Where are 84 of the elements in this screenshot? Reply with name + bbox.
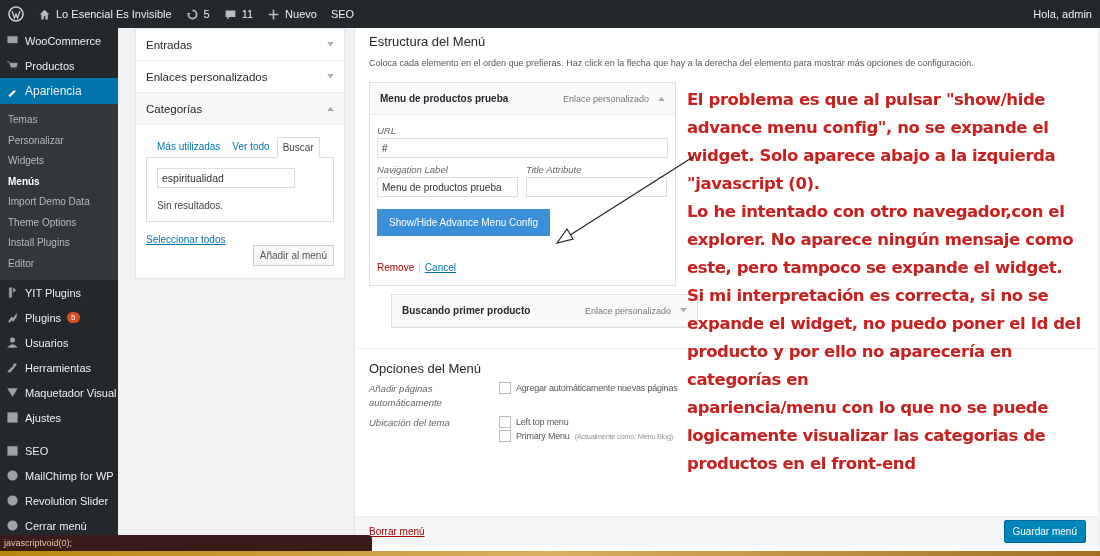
submenu-item[interactable]: Install Plugins	[0, 233, 118, 254]
submenu-item[interactable]: Import Demo Data	[0, 192, 118, 213]
remove-link[interactable]: Remove	[377, 262, 415, 273]
checkbox-label: Primary Menu	[516, 431, 570, 441]
select-all-link[interactable]: Seleccionar todos	[146, 234, 334, 245]
seo-link[interactable]: SEO	[330, 8, 355, 20]
menu-icon	[6, 386, 19, 399]
menu-item-header[interactable]: Menu de productos prueba Enlace personalizado	[370, 83, 675, 115]
field-label: Navigation Label	[377, 164, 449, 175]
accordion-header[interactable]: Entradas	[136, 29, 344, 61]
checkbox[interactable]	[499, 382, 511, 394]
option-label: Ubicación del tema	[369, 416, 451, 430]
checkbox[interactable]	[499, 416, 511, 428]
checkbox[interactable]	[499, 430, 511, 442]
count-badge: 5	[67, 312, 80, 323]
new-link[interactable]: Nuevo	[267, 7, 317, 21]
comments-link[interactable]: 11	[223, 7, 254, 21]
menu-icon	[6, 411, 19, 424]
updates-link[interactable]: 5	[185, 7, 210, 21]
menu-icon	[6, 34, 19, 47]
menu-icon	[6, 519, 19, 532]
sidebar-item[interactable]: Cerrar menú	[0, 513, 118, 538]
section-title: Opciones del Menú	[369, 361, 482, 376]
menu-icon	[6, 494, 19, 507]
sidebar-item[interactable]: Revolution Slider	[0, 488, 118, 513]
submenu-item[interactable]: Widgets	[0, 151, 118, 172]
section-title: Estructura del Menú	[369, 34, 487, 49]
caret-icon	[327, 74, 334, 79]
sidebar-item[interactable]: Maquetador Visual	[0, 380, 118, 405]
option-label: Añadir páginas automáticamente	[369, 382, 443, 410]
submenu-item[interactable]: Theme Options	[0, 212, 118, 233]
sidebar-item[interactable]: SEO	[0, 438, 118, 463]
menu-icon	[6, 469, 19, 482]
sidebar-item[interactable]: Ajustes	[0, 405, 118, 430]
tab[interactable]: Ver todo	[227, 137, 275, 157]
search-field[interactable]: espiritualidad	[157, 168, 295, 188]
sidebar-item[interactable]: WooCommerce	[0, 28, 118, 53]
caret-icon	[327, 106, 334, 111]
menu-icon	[6, 336, 19, 349]
status-bar: javascriptvoid(0);	[0, 535, 372, 551]
submenu-item[interactable]: Menús	[0, 171, 118, 192]
submenu-item[interactable]: Personalizar	[0, 130, 118, 151]
field-label: URL	[377, 125, 397, 136]
home-link[interactable]: Lo Esencial Es Invisible	[38, 7, 172, 21]
submenu-item[interactable]: Editor	[0, 253, 118, 274]
cancel-link[interactable]: Cancel	[424, 262, 456, 273]
plus-icon	[267, 7, 281, 21]
caret-icon	[327, 42, 334, 47]
separator-text: |	[418, 262, 421, 273]
label-field[interactable]: Menu de productos prueba	[377, 177, 518, 197]
refresh-icon	[185, 7, 199, 21]
checkbox-label: Left top menu	[516, 417, 569, 427]
sidebar-item[interactable]: YIT Plugins	[0, 280, 118, 305]
caret-icon	[658, 96, 665, 101]
menu-icon	[6, 84, 19, 98]
home-icon	[38, 7, 51, 21]
menu-icon	[6, 59, 19, 72]
sidebar-item[interactable]: MailChimp for WP	[0, 463, 118, 488]
accordion-header[interactable]: Categorías	[136, 93, 344, 125]
caret-icon	[680, 308, 687, 313]
sidebar-item[interactable]: Plugins 5	[0, 305, 118, 330]
comment-icon	[223, 7, 237, 21]
delete-menu-link[interactable]: Borrar menú	[369, 526, 425, 537]
field-label: Title Attribute	[526, 164, 583, 175]
sidebar-item[interactable]: Usuarios	[0, 330, 118, 355]
title-field[interactable]	[526, 177, 667, 197]
sidebar-item[interactable]: Herramientas	[0, 355, 118, 380]
tab[interactable]: Más utilizadas	[152, 137, 226, 157]
tab[interactable]: Buscar	[276, 137, 320, 158]
save-menu-button[interactable]: Guardar menú	[1003, 520, 1086, 543]
checkbox-label: Agregar automáticamente nuevas páginas	[516, 383, 678, 393]
url-field[interactable]: #	[377, 138, 668, 158]
menu-icon	[6, 361, 19, 374]
menu-icon	[6, 286, 19, 299]
submenu-item[interactable]: Temas	[0, 110, 118, 131]
sidebar-item[interactable]: Productos	[0, 53, 118, 78]
sidebar-item[interactable]: Apariencia	[0, 78, 118, 104]
menu-icon	[6, 311, 19, 324]
logo-icon[interactable]	[8, 6, 24, 22]
menu-icon	[6, 444, 19, 457]
result-text: Sin resultados.	[157, 200, 225, 211]
greeting-link[interactable]: Hola, admin	[1033, 8, 1092, 20]
add-to-menu-button[interactable]: Añadir al menú	[252, 245, 334, 266]
description-text: Coloca cada elemento en el orden que prefieras. Haz click en la flecha que hay a la derecha del elemento para mostrar más opciones de configuración.	[369, 58, 975, 68]
